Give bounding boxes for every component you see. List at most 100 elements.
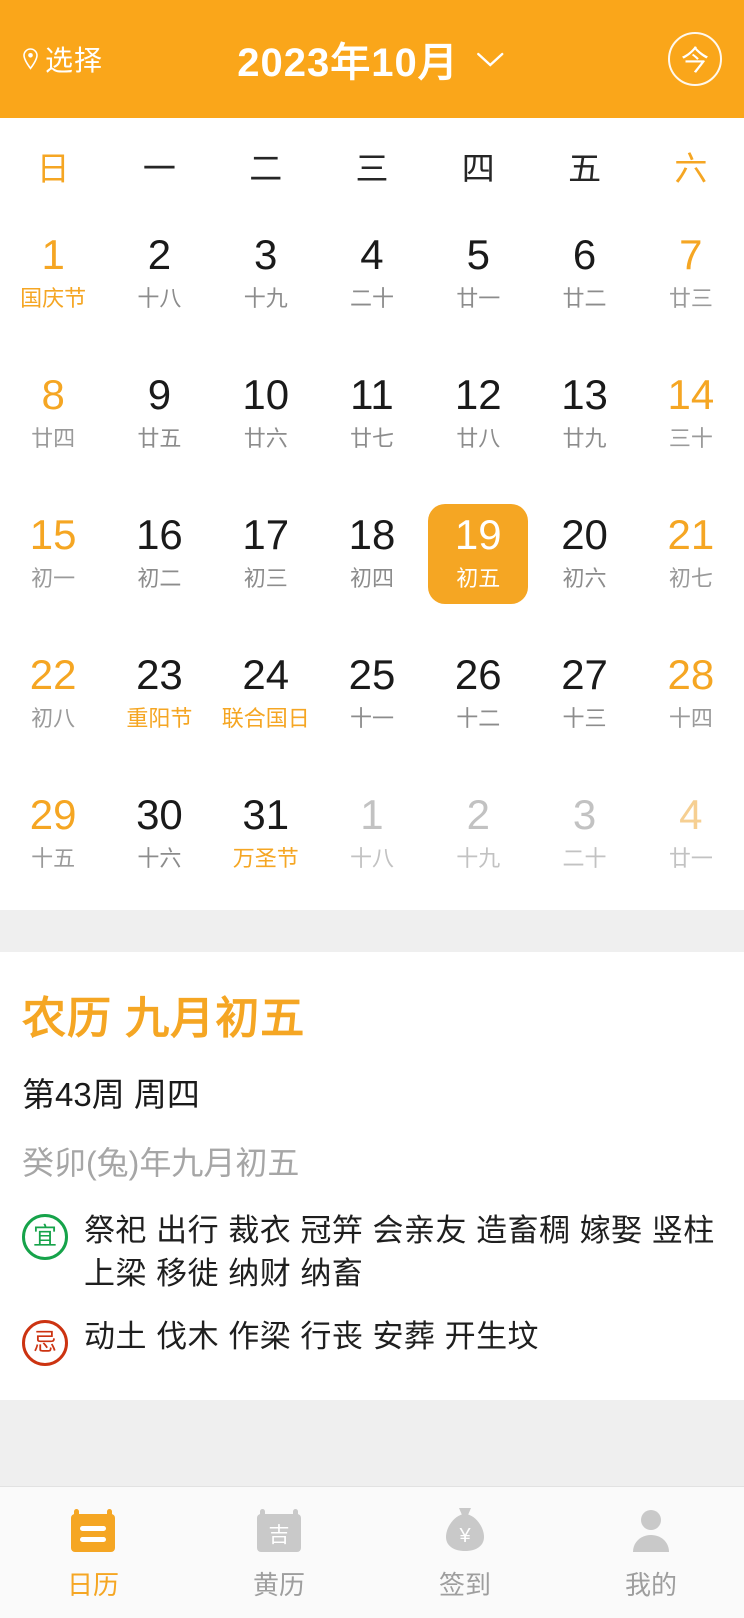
day-number: 25 xyxy=(348,651,396,699)
calendar-day-cell[interactable]: 4 廿一 xyxy=(638,764,744,904)
day-box: 26 十二 xyxy=(428,644,528,744)
calendar-day-cell[interactable]: 13 廿九 xyxy=(531,344,637,484)
day-box: 2 十八 xyxy=(109,224,209,324)
yi-badge-icon: 宜 xyxy=(22,1214,68,1260)
day-box: 9 廿五 xyxy=(109,364,209,464)
calendar-day-cell[interactable]: 1 十八 xyxy=(319,764,425,904)
page-filler xyxy=(0,1399,744,1486)
calendar-day-cell[interactable]: 5 廿一 xyxy=(425,204,531,344)
calendar-week-row: 22 初八 23 重阳节 24 联合国日 25 十一 26 十二 27 十三 28 十四 xyxy=(0,624,744,764)
calendar-day-cell[interactable]: 15 初一 xyxy=(0,484,106,624)
weekday-header-2: 二 xyxy=(249,150,283,187)
calendar-day-cell[interactable]: 16 初二 xyxy=(106,484,212,624)
tab-日历[interactable]: 日历 xyxy=(0,1504,186,1602)
calendar-day-cell[interactable]: 22 初八 xyxy=(0,624,106,764)
day-sub-label: 十一 xyxy=(349,705,394,731)
day-sub-label: 十八 xyxy=(349,845,394,871)
calendar-day-cell[interactable]: 17 初三 xyxy=(213,484,319,624)
svg-text:¥: ¥ xyxy=(458,1525,471,1547)
calendar-day-cell[interactable]: 23 重阳节 xyxy=(106,624,212,764)
day-number: 31 xyxy=(242,791,290,839)
calendar-day-cell[interactable]: 28 十四 xyxy=(638,624,744,764)
day-number: 6 xyxy=(572,231,597,279)
weekday-header-5: 五 xyxy=(568,150,602,187)
svg-text:吉: 吉 xyxy=(269,1524,290,1547)
calendar-day-cell[interactable]: 31 万圣节 xyxy=(213,764,319,904)
calendar-day-cell[interactable]: 1 国庆节 xyxy=(0,204,106,344)
day-sub-label: 初四 xyxy=(349,565,394,591)
month-picker-button[interactable]: 2023年10月 xyxy=(237,30,506,88)
calendar-day-cell-selected[interactable]: 19 初五 xyxy=(425,484,531,624)
day-number: 27 xyxy=(561,651,608,699)
day-number: 17 xyxy=(242,511,290,559)
calendar-day-cell[interactable]: 21 初七 xyxy=(638,484,744,624)
day-box: 2 十九 xyxy=(428,784,528,884)
day-box: 8 廿四 xyxy=(3,364,103,464)
calendar-day-cell[interactable]: 11 廿七 xyxy=(319,344,425,484)
calendar-day-cell[interactable]: 2 十八 xyxy=(106,204,212,344)
yi-ji-section: 宜 祭祀 出行 裁衣 冠笄 会亲友 造畜稠 嫁娶 竖柱 上梁 移徙 纳财 纳畜 … xyxy=(22,1210,722,1366)
day-box: 10 廿六 xyxy=(216,364,316,464)
tab-我的[interactable]: 我的 xyxy=(558,1504,744,1602)
day-box: 24 联合国日 xyxy=(216,644,316,744)
tab-label: 黄历 xyxy=(252,1569,305,1600)
day-box: 13 廿九 xyxy=(535,364,635,464)
tab-label: 日历 xyxy=(66,1569,119,1600)
tab-黄历[interactable]: 吉黄历 xyxy=(186,1504,372,1602)
tab-签到[interactable]: ¥ 签到 xyxy=(372,1504,558,1602)
bottom-tab-bar: 日历 吉黄历 ¥ 签到 我的 xyxy=(0,1486,744,1618)
calendar-day-cell[interactable]: 3 十九 xyxy=(213,204,319,344)
day-sub-label: 十九 xyxy=(456,845,501,871)
calendar-day-cell[interactable]: 12 廿八 xyxy=(425,344,531,484)
almanac-icon: 吉 xyxy=(253,1504,305,1556)
day-sub-label: 十六 xyxy=(137,845,182,871)
calendar-day-cell[interactable]: 14 三十 xyxy=(638,344,744,484)
tab-label: 签到 xyxy=(438,1569,491,1600)
ji-row: 忌 动土 伐木 作梁 行丧 安葬 开生坟 xyxy=(22,1316,722,1366)
day-sub-label: 廿七 xyxy=(349,425,394,451)
calendar-day-cell[interactable]: 29 十五 xyxy=(0,764,106,904)
day-number: 8 xyxy=(41,371,65,419)
week-of-year-line: 第43周 周四 xyxy=(22,1076,200,1113)
tab-label: 我的 xyxy=(624,1569,677,1600)
location-select-button[interactable]: 选择 xyxy=(22,39,103,79)
calendar-day-cell[interactable]: 27 十三 xyxy=(531,624,637,764)
day-box: 7 廿三 xyxy=(641,224,741,324)
day-number: 21 xyxy=(667,511,715,559)
day-sub-label: 廿九 xyxy=(562,425,607,451)
calendar-day-cell[interactable]: 26 十二 xyxy=(425,624,531,764)
calendar-day-cell[interactable]: 25 十一 xyxy=(319,624,425,764)
day-box: 19 初五 xyxy=(428,504,529,604)
calendar-day-cell[interactable]: 2 十九 xyxy=(425,764,531,904)
day-number: 2 xyxy=(466,791,490,839)
day-sub-label: 国庆节 xyxy=(20,285,87,311)
day-number: 3 xyxy=(254,231,278,279)
weekday-header-4: 四 xyxy=(461,150,495,187)
calendar-day-cell[interactable]: 6 廿二 xyxy=(531,204,637,344)
day-sub-label: 初二 xyxy=(137,565,182,591)
day-number: 4 xyxy=(679,791,703,839)
day-sub-label: 重阳节 xyxy=(126,705,193,731)
calendar-day-cell[interactable]: 7 廿三 xyxy=(638,204,744,344)
calendar-day-cell[interactable]: 20 初六 xyxy=(531,484,637,624)
day-box: 22 初八 xyxy=(3,644,103,744)
day-number: 4 xyxy=(360,231,384,279)
day-number: 23 xyxy=(136,651,183,699)
yi-text: 祭祀 出行 裁衣 冠笄 会亲友 造畜稠 嫁娶 竖柱 上梁 移徙 纳财 纳畜 xyxy=(84,1213,715,1291)
calendar-day-cell[interactable]: 10 廿六 xyxy=(213,344,319,484)
calendar-day-cell[interactable]: 30 十六 xyxy=(106,764,212,904)
calendar-day-cell[interactable]: 9 廿五 xyxy=(106,344,212,484)
calendar-day-cell[interactable]: 4 二十 xyxy=(319,204,425,344)
chevron-down-icon xyxy=(477,52,504,67)
today-button[interactable]: 今 xyxy=(668,32,722,86)
day-sub-label: 廿二 xyxy=(562,285,607,311)
day-number: 20 xyxy=(561,511,608,559)
day-box: 14 三十 xyxy=(641,364,741,464)
day-box: 15 初一 xyxy=(3,504,103,604)
calendar-day-cell[interactable]: 8 廿四 xyxy=(0,344,106,484)
day-box: 1 十八 xyxy=(322,784,422,884)
calendar-day-cell[interactable]: 3 二十 xyxy=(531,764,637,904)
calendar-day-cell[interactable]: 24 联合国日 xyxy=(213,624,319,764)
calendar-day-cell[interactable]: 18 初四 xyxy=(319,484,425,624)
day-number: 29 xyxy=(29,791,77,839)
